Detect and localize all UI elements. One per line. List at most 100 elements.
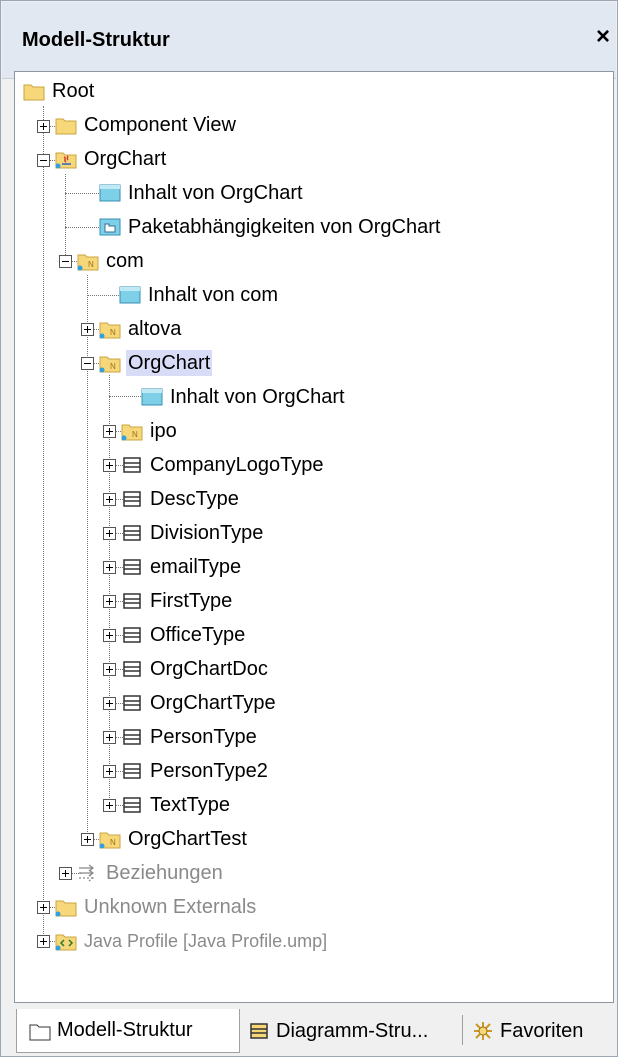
tree-item-orgchart-package[interactable]: OrgChart — [55, 144, 168, 174]
tree-item-java-profile[interactable]: Java Profile [Java Profile.ump] — [55, 926, 329, 956]
expand-toggle[interactable] — [103, 765, 116, 778]
tree-item-diagram[interactable]: Inhalt von OrgChart — [99, 178, 305, 208]
tree-item-label: com — [106, 250, 144, 272]
tree-item-label: ipo — [150, 420, 177, 442]
tab-separator — [462, 1015, 463, 1045]
namespace-folder-icon: N — [99, 319, 121, 339]
expand-toggle[interactable] — [103, 561, 116, 574]
collapse-toggle[interactable] — [59, 255, 72, 268]
tree-item-unknown-externals[interactable]: Unknown Externals — [55, 892, 258, 922]
tree-item-root[interactable]: Root — [23, 76, 96, 106]
expand-toggle[interactable] — [103, 663, 116, 676]
class-icon — [121, 693, 143, 713]
expand-toggle[interactable] — [81, 323, 94, 336]
tree-item-label: Inhalt von OrgChart — [170, 386, 345, 408]
tree-item-class[interactable]: CompanyLogoType — [121, 450, 325, 480]
expand-toggle[interactable] — [59, 867, 72, 880]
diagram-tree-icon — [248, 1021, 270, 1041]
panel-tab-bar: Modell-Struktur Diagramm-Stru... Favorit… — [2, 1005, 616, 1055]
folder-icon — [55, 115, 77, 135]
tree-item-label: OrgChartType — [150, 692, 276, 714]
tree-item-label: OfficeType — [150, 624, 246, 646]
class-icon — [121, 761, 143, 781]
tree-item-package-dependencies[interactable]: Paketabhängigkeiten von OrgChart — [99, 212, 442, 242]
tree-item-label: Inhalt von com — [148, 284, 279, 306]
tree-item-class[interactable]: DescType — [121, 484, 241, 514]
diagram-icon — [141, 387, 163, 407]
profile-folder-icon — [55, 931, 77, 951]
expand-toggle[interactable] — [103, 731, 116, 744]
tree-item-orgcharttest[interactable]: N OrgChartTest — [99, 824, 249, 854]
expand-toggle[interactable] — [103, 595, 116, 608]
namespace-folder-icon: N — [77, 251, 99, 271]
class-icon — [121, 591, 143, 611]
expand-toggle[interactable] — [37, 901, 50, 914]
svg-text:N: N — [110, 328, 116, 337]
diagram-icon — [99, 183, 121, 203]
tree-item-altova[interactable]: N altova — [99, 314, 183, 344]
expand-toggle[interactable] — [37, 935, 50, 948]
class-icon — [121, 455, 143, 475]
tree-item-label: OrgChart — [126, 350, 213, 376]
tree-item-diagram[interactable]: Inhalt von OrgChart — [141, 382, 347, 412]
expand-toggle[interactable] — [103, 799, 116, 812]
java-package-icon — [55, 149, 77, 169]
tree-item-class[interactable]: PersonType — [121, 722, 259, 752]
tree-item-label: Beziehungen — [106, 862, 223, 884]
tree-item-orgchart-namespace[interactable]: N OrgChart — [99, 348, 213, 378]
namespace-folder-icon: N — [121, 421, 143, 441]
diagram-icon — [119, 285, 141, 305]
class-icon — [121, 727, 143, 747]
expand-toggle[interactable] — [103, 459, 116, 472]
tree-item-component-view[interactable]: Component View — [55, 110, 238, 140]
collapse-toggle[interactable] — [37, 154, 50, 167]
tree-item-ipo[interactable]: N ipo — [121, 416, 179, 446]
close-icon[interactable]: × — [596, 24, 610, 50]
folder-icon — [55, 897, 77, 917]
tree-item-class[interactable]: OfficeType — [121, 620, 247, 650]
folder-icon — [23, 81, 45, 101]
tree-item-class[interactable]: FirstType — [121, 586, 234, 616]
tab-diagram-tree[interactable]: Diagramm-Stru... — [248, 1009, 462, 1053]
expand-toggle[interactable] — [103, 527, 116, 540]
tree-item-label: OrgChart — [84, 148, 167, 170]
class-icon — [121, 625, 143, 645]
tree-item-label: DivisionType — [150, 522, 264, 544]
namespace-folder-icon: N — [99, 829, 121, 849]
tab-model-tree[interactable]: Modell-Struktur — [16, 1009, 240, 1053]
expand-toggle[interactable] — [103, 425, 116, 438]
expand-toggle[interactable] — [37, 120, 50, 133]
tree-item-label: Inhalt von OrgChart — [128, 182, 303, 204]
tree-item-com[interactable]: N com — [77, 246, 146, 276]
tree-item-label: OrgChartTest — [128, 828, 247, 850]
namespace-folder-icon: N — [99, 353, 121, 373]
svg-text:N: N — [110, 362, 116, 371]
tree-item-label: Component View — [84, 114, 236, 136]
tree-item-class[interactable]: emailType — [121, 552, 243, 582]
tree-item-label: PersonType — [150, 726, 257, 748]
folder-icon — [29, 1021, 51, 1041]
tree-item-class[interactable]: OrgChartDoc — [121, 654, 270, 684]
tree-item-class[interactable]: DivisionType — [121, 518, 265, 548]
svg-text:N: N — [88, 260, 94, 269]
tree-item-class[interactable]: OrgChartType — [121, 688, 278, 718]
class-icon — [121, 523, 143, 543]
tree-item-relations[interactable]: Beziehungen — [77, 858, 225, 888]
tree-item-diagram[interactable]: Inhalt von com — [119, 280, 280, 310]
collapse-toggle[interactable] — [81, 357, 94, 370]
expand-toggle[interactable] — [103, 697, 116, 710]
tree-view[interactable]: Root Component View OrgChart Inhalt von … — [14, 71, 614, 1003]
tree-item-class[interactable]: TextType — [121, 790, 232, 820]
tab-label: Modell-Struktur — [57, 1019, 193, 1041]
expand-toggle[interactable] — [103, 629, 116, 642]
tree-item-label: Java Profile [Java Profile.ump] — [84, 931, 328, 951]
panel-title: Modell-Struktur — [22, 29, 170, 51]
tree-item-label: Paketabhängigkeiten von OrgChart — [128, 216, 441, 238]
tree-item-class[interactable]: PersonType2 — [121, 756, 270, 786]
tree-item-label: CompanyLogoType — [150, 454, 324, 476]
expand-toggle[interactable] — [103, 493, 116, 506]
tree-item-label: altova — [128, 318, 182, 340]
expand-toggle[interactable] — [81, 833, 94, 846]
svg-text:N: N — [110, 838, 116, 847]
tab-favorites[interactable]: Favoriten — [472, 1009, 612, 1053]
